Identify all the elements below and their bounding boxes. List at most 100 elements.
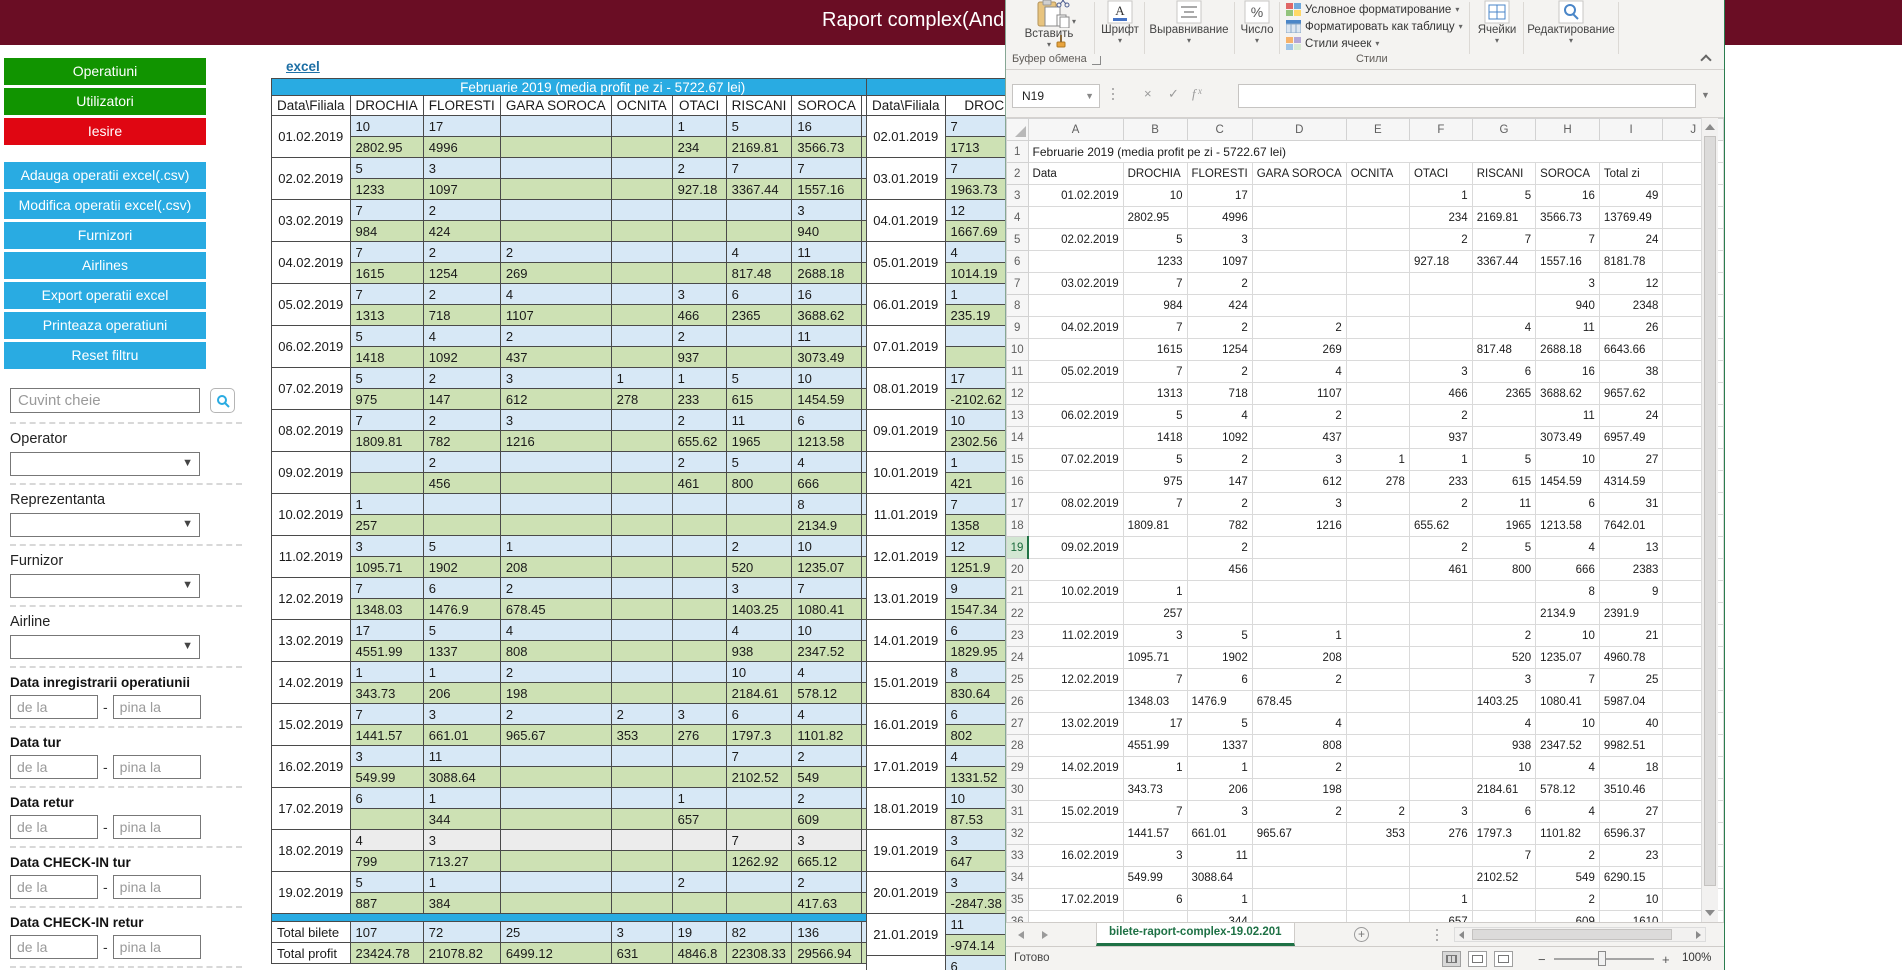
cell[interactable]: 938 — [1472, 735, 1535, 757]
cell[interactable] — [1346, 713, 1409, 735]
cell[interactable]: 1454.59 — [1536, 471, 1600, 493]
cell[interactable] — [1409, 317, 1472, 339]
row-header-16[interactable]: 16 — [1007, 471, 1029, 493]
cell[interactable]: 03.02.2019 — [1028, 273, 1123, 295]
cell[interactable] — [1409, 581, 1472, 603]
cell[interactable]: 3 — [1187, 229, 1252, 251]
cell[interactable]: 278 — [1346, 471, 1409, 493]
cell[interactable] — [1028, 339, 1123, 361]
sidebar-action-button[interactable]: Furnizori — [4, 222, 206, 249]
header-cell[interactable]: OTACI — [1409, 163, 1472, 185]
cell[interactable] — [1252, 207, 1346, 229]
cell[interactable]: 23 — [1599, 845, 1663, 867]
cell[interactable]: 2 — [1536, 845, 1600, 867]
row-header-2[interactable]: 2 — [1007, 163, 1029, 185]
cell[interactable]: 02.02.2019 — [1028, 229, 1123, 251]
cell[interactable]: 40 — [1599, 713, 1663, 735]
row-header-14[interactable]: 14 — [1007, 427, 1029, 449]
cell[interactable]: 466 — [1409, 383, 1472, 405]
cell[interactable] — [1252, 537, 1346, 559]
operator-select[interactable]: ▼ — [10, 452, 200, 476]
cell[interactable] — [1472, 581, 1535, 603]
cell[interactable] — [1346, 229, 1409, 251]
cell[interactable]: 11 — [1536, 317, 1600, 339]
cell[interactable]: 1348.03 — [1123, 691, 1187, 713]
cell[interactable]: 1 — [1187, 889, 1252, 911]
scroll-left-icon[interactable] — [1459, 931, 1464, 939]
search-input[interactable] — [10, 388, 200, 413]
cell[interactable]: 1 — [1409, 185, 1472, 207]
page-layout-view-icon[interactable] — [1468, 951, 1487, 967]
cell[interactable] — [1346, 383, 1409, 405]
cell[interactable]: 17 — [1123, 713, 1187, 735]
cell[interactable]: 24 — [1599, 229, 1663, 251]
row-header-9[interactable]: 9 — [1007, 317, 1029, 339]
cell[interactable]: 3566.73 — [1536, 207, 1600, 229]
cell[interactable]: 5 — [1123, 449, 1187, 471]
cell[interactable]: 437 — [1252, 427, 1346, 449]
date-from-input[interactable] — [10, 695, 98, 719]
cell[interactable]: 937 — [1409, 427, 1472, 449]
cell[interactable]: 3 — [1536, 273, 1600, 295]
cell[interactable] — [1252, 229, 1346, 251]
cell[interactable]: 1797.3 — [1472, 823, 1535, 845]
header-cell[interactable]: GARA SOROCA — [1252, 163, 1346, 185]
cell[interactable]: 206 — [1187, 779, 1252, 801]
prev-sheet-icon[interactable] — [1018, 931, 1024, 939]
cell[interactable]: 9982.51 — [1599, 735, 1663, 757]
scroll-right-icon[interactable] — [1696, 931, 1701, 939]
cell[interactable]: 461 — [1409, 559, 1472, 581]
cell[interactable] — [1346, 889, 1409, 911]
cell[interactable]: 27 — [1599, 449, 1663, 471]
cell[interactable] — [1472, 295, 1535, 317]
cell[interactable]: 1080.41 — [1536, 691, 1600, 713]
cell[interactable] — [1028, 515, 1123, 537]
cell[interactable]: 1441.57 — [1123, 823, 1187, 845]
cell[interactable]: 4996 — [1187, 207, 1252, 229]
cell[interactable]: 1809.81 — [1123, 515, 1187, 537]
row-header-1[interactable]: 1 — [1007, 141, 1029, 163]
sidebar-item-iesire[interactable]: Iesire — [4, 118, 206, 145]
cell[interactable]: 2 — [1409, 493, 1472, 515]
cell[interactable]: 1313 — [1123, 383, 1187, 405]
cell[interactable] — [1028, 735, 1123, 757]
row-header-15[interactable]: 15 — [1007, 449, 1029, 471]
font-group-button[interactable]: A Шрифт ▾ — [1098, 0, 1142, 45]
cell[interactable] — [1409, 713, 1472, 735]
cell[interactable]: 6957.49 — [1599, 427, 1663, 449]
cell[interactable]: 1 — [1187, 757, 1252, 779]
cell[interactable]: 198 — [1252, 779, 1346, 801]
cell[interactable]: 3 — [1472, 669, 1535, 691]
cell[interactable]: 11 — [1472, 493, 1535, 515]
cell[interactable]: 3 — [1187, 801, 1252, 823]
cell[interactable] — [1028, 867, 1123, 889]
cell[interactable]: 2348 — [1599, 295, 1663, 317]
cell[interactable] — [1252, 251, 1346, 273]
row-header-20[interactable]: 20 — [1007, 559, 1029, 581]
formula-input[interactable] — [1238, 84, 1696, 108]
cell[interactable] — [1252, 295, 1346, 317]
cell[interactable] — [1346, 669, 1409, 691]
cell[interactable]: 965.67 — [1252, 823, 1346, 845]
cell[interactable]: 1092 — [1187, 427, 1252, 449]
cell[interactable]: 09.02.2019 — [1028, 537, 1123, 559]
sidebar-action-button[interactable]: Modifica operatii excel(.csv) — [4, 192, 206, 219]
cell[interactable]: 1095.71 — [1123, 647, 1187, 669]
cell[interactable] — [1252, 581, 1346, 603]
cell[interactable] — [1187, 581, 1252, 603]
zoom-level[interactable]: 100% — [1682, 952, 1711, 964]
cell[interactable]: 1233 — [1123, 251, 1187, 273]
cell[interactable] — [1346, 427, 1409, 449]
date-from-input[interactable] — [10, 815, 98, 839]
row-header-26[interactable]: 26 — [1007, 691, 1029, 713]
cell[interactable]: 15.02.2019 — [1028, 801, 1123, 823]
cell[interactable] — [1028, 207, 1123, 229]
cell[interactable] — [1028, 559, 1123, 581]
next-sheet-icon[interactable] — [1042, 931, 1048, 939]
cell[interactable] — [1346, 207, 1409, 229]
row-header-32[interactable]: 32 — [1007, 823, 1029, 845]
cell[interactable]: 5 — [1123, 405, 1187, 427]
vscroll-thumb[interactable] — [1704, 136, 1716, 886]
cell[interactable]: 08.02.2019 — [1028, 493, 1123, 515]
cell[interactable]: 7 — [1123, 317, 1187, 339]
